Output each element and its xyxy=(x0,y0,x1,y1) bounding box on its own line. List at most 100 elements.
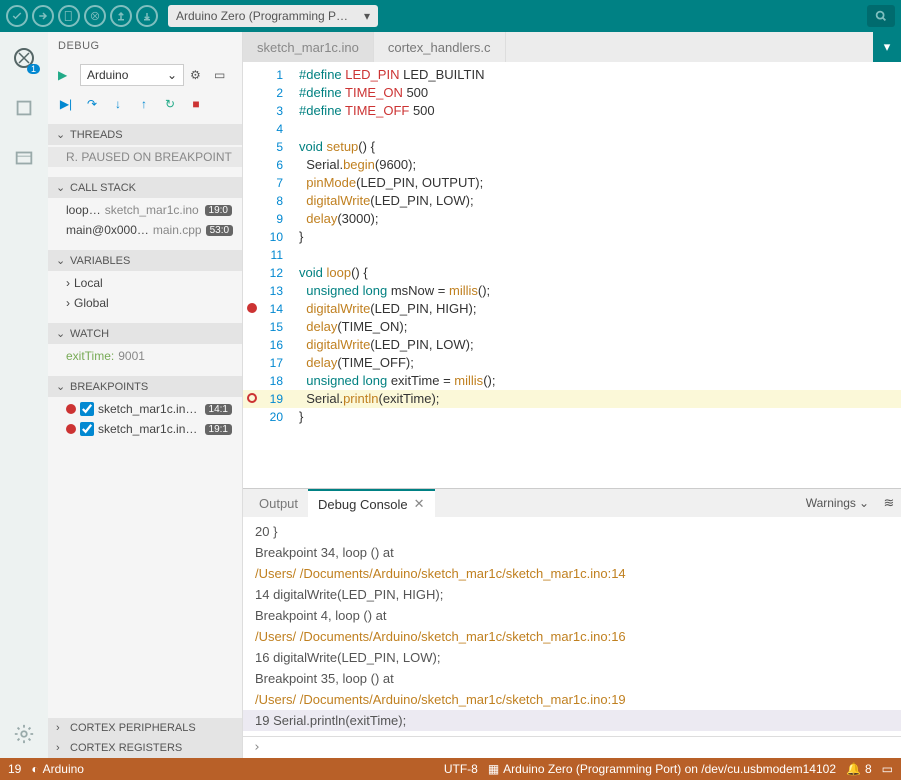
code-line[interactable]: 14 digitalWrite(LED_PIN, HIGH); xyxy=(243,300,901,318)
debug-badge: 1 xyxy=(27,64,40,74)
debug-sidebar: DEBUG ▶ Arduino ⌄ ⚙ ▭ ▶| ↷ ↓ ↑ ↻ ■ ⌄THRE… xyxy=(48,32,243,758)
code-line[interactable]: 19 Serial.println(exitTime); xyxy=(243,390,901,408)
callstack-frame[interactable]: main@0x000… main.cpp53:0 xyxy=(48,220,242,240)
wrap-icon[interactable]: ≋ xyxy=(877,489,901,517)
status-bar: 19 ◐ Arduino UTF-8 ▦ Arduino Zero (Progr… xyxy=(0,758,901,780)
code-line[interactable]: 12void loop() { xyxy=(243,264,901,282)
tab-cortex[interactable]: cortex_handlers.c xyxy=(374,32,506,62)
verify-button[interactable] xyxy=(6,5,28,27)
variable-group[interactable]: › Local xyxy=(48,273,242,293)
chevron-down-icon: ⌄ xyxy=(859,496,869,510)
code-editor[interactable]: 1#define LED_PIN LED_BUILTIN2#define TIM… xyxy=(243,62,901,488)
code-line[interactable]: 18 unsigned long exitTime = millis(); xyxy=(243,372,901,390)
close-icon[interactable]: ✕ xyxy=(414,496,425,512)
code-line[interactable]: 9 delay(3000); xyxy=(243,210,901,228)
breakpoint-marker[interactable] xyxy=(247,393,257,403)
download-button[interactable] xyxy=(136,5,158,27)
cortex-reg-header[interactable]: ›CORTEX REGISTERS xyxy=(48,738,242,758)
console-input[interactable]: › xyxy=(243,736,901,758)
breakpoint-marker[interactable] xyxy=(247,303,257,313)
breakpoint-item[interactable]: sketch_mar1c.in…14:1 xyxy=(48,399,242,419)
code-line[interactable]: 16 digitalWrite(LED_PIN, LOW); xyxy=(243,336,901,354)
code-line[interactable]: 3#define TIME_OFF 500 xyxy=(243,102,901,120)
new-button[interactable] xyxy=(58,5,80,27)
continue-button[interactable]: ▶| xyxy=(58,96,74,112)
activity-bar: 1 xyxy=(0,32,48,758)
tab-output[interactable]: Output xyxy=(249,489,308,517)
variable-group[interactable]: › Global xyxy=(48,293,242,313)
callstack-frame[interactable]: loop… sketch_mar1c.ino19:0 xyxy=(48,200,242,220)
console-output[interactable]: 20 }Breakpoint 34, loop () at/Users/ /Do… xyxy=(243,517,901,736)
status-encoding[interactable]: UTF-8 xyxy=(444,762,478,776)
callstack-header[interactable]: ⌄CALL STACK xyxy=(48,177,242,198)
console-line: Breakpoint 35, loop () at xyxy=(255,668,889,689)
console-line: 20 } xyxy=(255,521,889,542)
board-activity-icon[interactable] xyxy=(10,94,38,122)
console-line: /Users/ /Documents/Arduino/sketch_mar1c/… xyxy=(255,626,889,647)
cortex-periph-header[interactable]: ›CORTEX PERIPHERALS xyxy=(48,718,242,738)
editor-tabs: sketch_mar1c.ino cortex_handlers.c ▾ xyxy=(243,32,901,62)
status-notifications[interactable]: 🔔 8 xyxy=(846,762,872,776)
variables-header[interactable]: ⌄VARIABLES xyxy=(48,250,242,271)
status-line[interactable]: 19 xyxy=(8,762,21,776)
console-line: 14 digitalWrite(LED_PIN, HIGH); xyxy=(255,584,889,605)
main-toolbar: Arduino Zero (Programming P… ▾ xyxy=(0,0,901,32)
code-line[interactable]: 4 xyxy=(243,120,901,138)
status-board[interactable]: ▦ Arduino Zero (Programming Port) on /de… xyxy=(488,762,836,776)
code-line[interactable]: 11 xyxy=(243,246,901,264)
console-line: Breakpoint 34, loop () at xyxy=(255,542,889,563)
tab-debug-console[interactable]: Debug Console ✕ xyxy=(308,489,435,517)
watch-header[interactable]: ⌄WATCH xyxy=(48,323,242,344)
watch-item[interactable]: exitTime: 9001 xyxy=(48,346,242,366)
chevron-down-icon: ▾ xyxy=(364,9,370,23)
console-panel: Output Debug Console ✕ Warnings⌄ ≋ 20 }B… xyxy=(243,488,901,758)
code-line[interactable]: 15 delay(TIME_ON); xyxy=(243,318,901,336)
debug-button[interactable] xyxy=(84,5,106,27)
breakpoint-item[interactable]: sketch_mar1c.in…19:1 xyxy=(48,419,242,439)
debug-console-icon[interactable]: ▭ xyxy=(214,68,232,82)
start-debug-button[interactable]: ▶ xyxy=(58,68,74,82)
code-line[interactable]: 6 Serial.begin(9600); xyxy=(243,156,901,174)
board-label: Arduino Zero (Programming P… xyxy=(176,9,348,23)
breakpoints-header[interactable]: ⌄BREAKPOINTS xyxy=(48,376,242,397)
board-selector[interactable]: Arduino Zero (Programming P… ▾ xyxy=(168,5,378,27)
debug-activity-icon[interactable]: 1 xyxy=(10,44,38,72)
status-lang[interactable]: ◐ Arduino xyxy=(31,762,84,776)
step-into-button[interactable]: ↓ xyxy=(110,96,126,112)
debug-controls: ▶| ↷ ↓ ↑ ↻ ■ xyxy=(48,90,242,118)
gear-icon[interactable]: ⚙ xyxy=(190,68,208,82)
code-line[interactable]: 7 pinMode(LED_PIN, OUTPUT); xyxy=(243,174,901,192)
step-over-button[interactable]: ↷ xyxy=(84,96,100,112)
library-activity-icon[interactable] xyxy=(10,144,38,172)
console-line: /Users/ /Documents/Arduino/sketch_mar1c/… xyxy=(255,689,889,710)
code-line[interactable]: 17 delay(TIME_OFF); xyxy=(243,354,901,372)
code-line[interactable]: 5void setup() { xyxy=(243,138,901,156)
console-line: 16 digitalWrite(LED_PIN, LOW); xyxy=(255,647,889,668)
upload2-button[interactable] xyxy=(110,5,132,27)
thread-row[interactable]: R. PAUSED ON BREAKPOINT xyxy=(48,147,242,167)
restart-button[interactable]: ↻ xyxy=(162,96,178,112)
step-out-button[interactable]: ↑ xyxy=(136,96,152,112)
stop-button[interactable]: ■ xyxy=(188,96,204,112)
upload-button[interactable] xyxy=(32,5,54,27)
breakpoint-checkbox[interactable] xyxy=(80,422,94,436)
code-line[interactable]: 10} xyxy=(243,228,901,246)
settings-activity-icon[interactable] xyxy=(10,720,38,748)
console-line: Breakpoint 4, loop () at xyxy=(255,605,889,626)
code-line[interactable]: 8 digitalWrite(LED_PIN, LOW); xyxy=(243,192,901,210)
sidebar-title: DEBUG xyxy=(48,32,242,60)
log-level-select[interactable]: Warnings⌄ xyxy=(798,489,877,517)
code-line[interactable]: 20} xyxy=(243,408,901,426)
debug-config-select[interactable]: Arduino ⌄ xyxy=(80,64,184,86)
tab-dropdown[interactable]: ▾ xyxy=(873,32,901,62)
serial-plotter-button[interactable] xyxy=(867,5,895,27)
code-line[interactable]: 2#define TIME_ON 500 xyxy=(243,84,901,102)
threads-header[interactable]: ⌄THREADS xyxy=(48,124,242,145)
console-line: /Users/ /Documents/Arduino/sketch_mar1c/… xyxy=(255,563,889,584)
tab-sketch[interactable]: sketch_mar1c.ino xyxy=(243,32,374,62)
status-close-icon[interactable]: ▭ xyxy=(882,762,893,776)
breakpoint-checkbox[interactable] xyxy=(80,402,94,416)
code-line[interactable]: 13 unsigned long msNow = millis(); xyxy=(243,282,901,300)
code-line[interactable]: 1#define LED_PIN LED_BUILTIN xyxy=(243,66,901,84)
console-line: 19 Serial.println(exitTime); xyxy=(243,710,901,731)
